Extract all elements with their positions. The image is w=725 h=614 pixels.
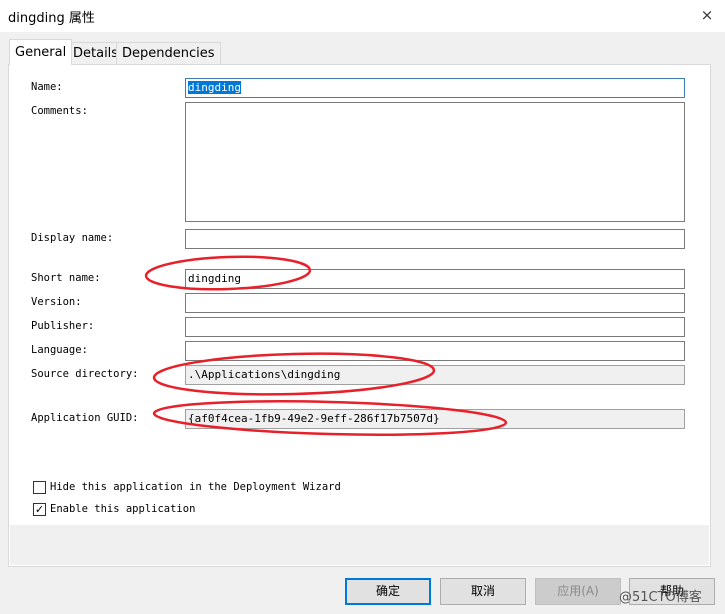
publisher-label: Publisher:: [31, 320, 95, 332]
window-title: dingding 属性: [8, 11, 95, 26]
tab-general[interactable]: General: [9, 39, 73, 65]
publisher-field[interactable]: [185, 317, 685, 337]
hide-application-label[interactable]: Hide this application in the Deployment …: [50, 481, 341, 493]
cancel-button[interactable]: 取消: [440, 578, 526, 605]
source-directory-label: Source directory:: [31, 368, 139, 380]
version-field[interactable]: [185, 293, 685, 313]
panel-footer: [10, 525, 709, 565]
application-guid-label: Application GUID:: [31, 412, 139, 424]
display-name-label: Display name:: [31, 232, 114, 244]
language-label: Language:: [31, 344, 88, 356]
ok-button[interactable]: 确定: [345, 578, 431, 605]
title-bar: dingding 属性 ×: [0, 0, 725, 32]
short-name-field[interactable]: dingding: [185, 269, 685, 289]
application-guid-field[interactable]: {af0f4cea-1fb9-49e2-9eff-286f17b7507d}: [185, 409, 685, 429]
enable-application-checkbox[interactable]: ✓: [33, 503, 46, 516]
tab-dependencies[interactable]: Dependencies: [116, 42, 221, 64]
short-name-label: Short name:: [31, 272, 101, 284]
version-label: Version:: [31, 296, 82, 308]
close-icon[interactable]: ×: [696, 4, 718, 26]
hide-application-checkbox[interactable]: [33, 481, 46, 494]
enable-application-label[interactable]: Enable this application: [50, 503, 195, 515]
display-name-field[interactable]: [185, 229, 685, 249]
source-directory-field[interactable]: .\Applications\dingding: [185, 365, 685, 385]
name-field-value: dingding: [188, 81, 241, 94]
comments-field[interactable]: [185, 102, 685, 222]
comments-label: Comments:: [31, 105, 88, 117]
name-label: Name:: [31, 81, 63, 93]
apply-button[interactable]: 应用(A): [535, 578, 621, 605]
language-field[interactable]: [185, 341, 685, 361]
watermark: @51CTO博客: [619, 590, 702, 605]
name-field[interactable]: dingding: [185, 78, 685, 98]
